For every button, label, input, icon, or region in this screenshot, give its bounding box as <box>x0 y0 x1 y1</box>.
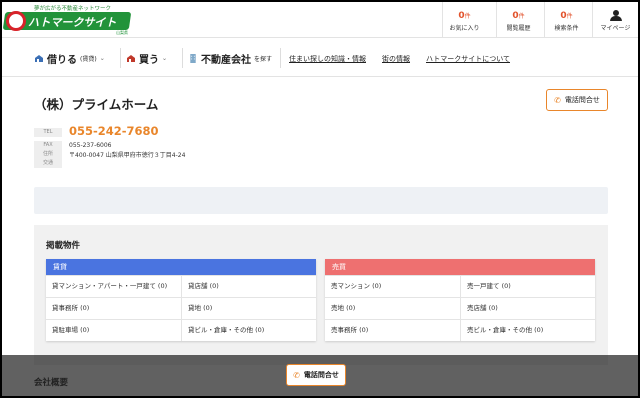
buy-house-icon <box>127 55 135 62</box>
sale-table: 売買 売マンション (0) 売一戸建て (0) 売地 (0) 売店舗 (0) 売… <box>325 259 595 341</box>
tel-number[interactable]: 055-242-7680 <box>69 124 159 138</box>
nav-link-knowledge[interactable]: 住まい探しの知識・情報 <box>289 54 366 64</box>
rent-header: 賃貸 <box>46 259 316 275</box>
logo-tagline: 夢が広がる不動産ネットワーク <box>34 6 112 12</box>
mypage-label: マイページ <box>600 25 631 32</box>
site-logo[interactable]: 夢が広がる不動産ネットワーク ハトマークサイト 山梨県 <box>2 4 132 36</box>
fax-row: FAX 055-237-6006 <box>34 141 112 150</box>
saved-search-unit: 件 <box>566 13 573 20</box>
saved-search-label: 検索条件 <box>554 25 579 32</box>
table-row: 貸事務所 (0) 貸地 (0) <box>46 297 316 319</box>
building-icon <box>190 54 196 63</box>
fax-key: FAX <box>34 141 62 150</box>
nav-rent-label: 借りる <box>47 55 77 66</box>
sale-link-office[interactable]: 売事務所 (0) <box>325 320 460 341</box>
table-row: 売地 (0) 売店舗 (0) <box>325 297 595 319</box>
logo-name: ハトマークサイト <box>28 16 117 29</box>
nav-buy-label: 買う <box>139 55 159 66</box>
address-key: 住所 <box>34 150 62 159</box>
phone-inquiry-button[interactable]: ✆ 電話問合せ <box>546 89 608 111</box>
sale-link-building[interactable]: 売ビル・倉庫・その他 (0) <box>460 320 595 341</box>
tel-key: TEL <box>34 128 62 137</box>
table-row: 貸マンション・アパート・一戸建て (0) 貸店舗 (0) <box>46 275 316 297</box>
fax-number: 055-237-6006 <box>69 142 112 149</box>
favorites-unit: 件 <box>464 13 471 20</box>
favorites-label: お気に入り <box>449 25 480 32</box>
history-link[interactable]: 0件 閲覧履歴 <box>496 2 540 38</box>
phone-icon: ✆ <box>554 95 561 105</box>
logo-region: 山梨県 <box>116 30 128 35</box>
sticky-phone-label: 電話問合せ <box>303 371 339 379</box>
mypage-link[interactable]: マイページ <box>592 2 638 38</box>
sticky-phone-button[interactable]: ✆ 電話問合せ <box>286 364 346 386</box>
nav-divider <box>182 48 183 68</box>
global-nav: 借りる (賃貸) ⌄ 買う ⌄ 不動産会社 を探す 住まい探しの知識・情報 街の… <box>2 39 638 77</box>
nav-divider <box>280 48 281 68</box>
chevron-down-icon: ⌄ <box>162 55 168 62</box>
nav-divider <box>120 48 121 68</box>
nav-rent-sub: (賃貸) <box>80 56 97 63</box>
address-row: 住所 〒400-0047 山梨県甲府市徳行３丁目4-24 <box>34 150 185 159</box>
page: 夢が広がる不動産ネットワーク ハトマークサイト 山梨県 0件 お気に入り 0件 … <box>2 2 638 396</box>
history-label: 閲覧履歴 <box>506 25 531 32</box>
saved-search-link[interactable]: 0件 検索条件 <box>544 2 588 38</box>
nav-link-about[interactable]: ハトマークサイトについて <box>426 54 510 64</box>
favorites-link[interactable]: 0件 お気に入り <box>442 2 486 38</box>
rent-link-store[interactable]: 貸店舗 (0) <box>181 276 316 297</box>
company-overview-title: 会社概要 <box>34 378 69 388</box>
history-unit: 件 <box>518 13 525 20</box>
nav-link-town[interactable]: 街の情報 <box>382 54 410 64</box>
sale-link-land[interactable]: 売地 (0) <box>325 298 460 319</box>
phone-inquiry-label: 電話問合せ <box>564 96 600 104</box>
listings-section: 掲載物件 賃貸 貸マンション・アパート・一戸建て (0) 貸店舗 (0) 貸事務… <box>34 225 608 365</box>
nav-agency-sub: を探す <box>254 56 273 63</box>
listings-title: 掲載物件 <box>46 241 81 251</box>
table-row: 売事務所 (0) 売ビル・倉庫・その他 (0) <box>325 319 595 341</box>
sale-link-mansion[interactable]: 売マンション (0) <box>325 276 460 297</box>
access-row: 交通 <box>34 159 69 168</box>
tel-row: TEL <box>34 128 62 137</box>
rent-link-office[interactable]: 貸事務所 (0) <box>46 298 181 319</box>
rent-link-land[interactable]: 貸地 (0) <box>181 298 316 319</box>
phone-icon: ✆ <box>293 370 300 380</box>
chevron-down-icon: ⌄ <box>99 55 105 62</box>
access-key: 交通 <box>34 159 62 168</box>
table-row: 売マンション (0) 売一戸建て (0) <box>325 275 595 297</box>
sale-link-house[interactable]: 売一戸建て (0) <box>460 276 595 297</box>
table-row: 貸駐車場 (0) 貸ビル・倉庫・その他 (0) <box>46 319 316 341</box>
rent-house-icon <box>35 55 43 62</box>
info-panel <box>34 187 608 214</box>
nav-agency-label: 不動産会社 <box>201 55 251 66</box>
nav-agency[interactable]: 不動産会社 を探す <box>188 51 272 66</box>
site-header: 夢が広がる不動産ネットワーク ハトマークサイト 山梨県 0件 お気に入り 0件 … <box>2 2 638 38</box>
rent-link-mansion[interactable]: 貸マンション・アパート・一戸建て (0) <box>46 276 181 297</box>
person-icon <box>609 10 622 21</box>
sale-header: 売買 <box>325 259 595 275</box>
company-name: （株）プライムホーム <box>34 97 159 112</box>
address-value: 〒400-0047 山梨県甲府市徳行３丁目4-24 <box>69 152 186 159</box>
sale-link-store[interactable]: 売店舗 (0) <box>460 298 595 319</box>
rent-table: 賃貸 貸マンション・アパート・一戸建て (0) 貸店舗 (0) 貸事務所 (0)… <box>46 259 316 341</box>
nav-buy[interactable]: 買う ⌄ <box>126 51 167 66</box>
rent-link-parking[interactable]: 貸駐車場 (0) <box>46 320 181 341</box>
rent-link-building[interactable]: 貸ビル・倉庫・その他 (0) <box>181 320 316 341</box>
logo-mark-icon <box>6 11 26 31</box>
nav-rent[interactable]: 借りる (賃貸) ⌄ <box>34 51 105 66</box>
